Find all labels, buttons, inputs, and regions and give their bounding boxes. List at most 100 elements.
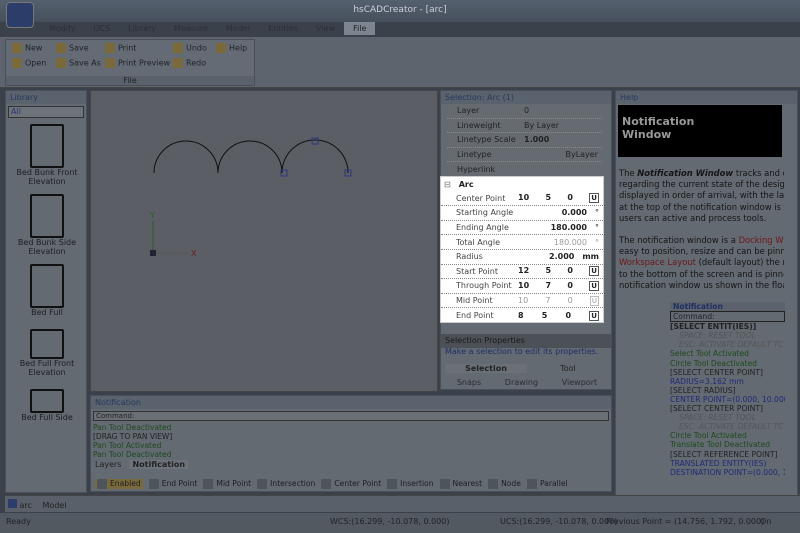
library-item[interactable]: Bed Full Front Elevation xyxy=(6,329,88,377)
log-line: ESC: ACTIVATE DEFAULT TC xyxy=(679,422,784,432)
app-logo-button[interactable] xyxy=(6,2,34,28)
redo-icon xyxy=(173,58,183,68)
snap-icon xyxy=(387,478,398,489)
open-button[interactable]: Open xyxy=(12,58,46,68)
help-title: Help xyxy=(616,91,797,104)
tab-drawing[interactable]: Drawing xyxy=(505,378,538,387)
log-line: CENTER POINT=(0.000, 10.000, xyxy=(670,394,785,404)
pick-point-button[interactable]: U xyxy=(589,266,599,277)
log-line: Translate Tool Deactivated xyxy=(670,440,771,450)
save-as-button[interactable]: Save As xyxy=(56,58,101,68)
snap-end-point[interactable]: End Point xyxy=(148,478,197,489)
tab-notification[interactable]: Notification xyxy=(129,460,189,469)
snap-mid-point[interactable]: Mid Point xyxy=(203,478,251,489)
print-icon xyxy=(105,43,115,53)
prop-linetype[interactable]: Linetype ByLayer xyxy=(447,148,602,163)
library-item[interactable]: Bed Full Side xyxy=(6,389,88,422)
tab-model[interactable]: Model xyxy=(217,22,259,35)
notification-title: Notification xyxy=(91,396,611,409)
docking-window-link[interactable]: Docking Wir xyxy=(739,235,784,245)
command-input[interactable]: Command: xyxy=(93,411,609,421)
library-item[interactable]: Bed Bunk Side Elevation xyxy=(6,194,88,256)
tab-view[interactable]: View xyxy=(307,22,344,35)
undo-button[interactable]: Undo xyxy=(173,43,207,53)
prop-through-point[interactable]: Through Point 10 7 0 U xyxy=(441,279,603,294)
prop-ending-angle[interactable]: Ending Angle 180.000 ° xyxy=(441,221,603,236)
library-item[interactable]: Bed Bunk Front Elevation xyxy=(6,124,88,186)
prop-start-point[interactable]: Start Point 12 5 0 U xyxy=(441,265,603,280)
prop-radius[interactable]: Radius 2.000 mm xyxy=(441,250,603,265)
tab-tool[interactable]: Tool xyxy=(527,364,609,373)
log-line: [SELECT CENTER POINT] xyxy=(670,404,763,414)
tab-measure[interactable]: Measure xyxy=(165,22,217,35)
snap-intersection[interactable]: Intersection xyxy=(257,478,315,489)
print-preview-button[interactable]: Print Preview xyxy=(105,58,170,68)
log-line: [SELECT REFERENCE POINT] xyxy=(670,449,778,459)
snap-center-point[interactable]: Center Point xyxy=(321,478,381,489)
prop-lineweight[interactable]: Lineweight By Layer xyxy=(447,119,602,134)
log-line: [SELECT ENTIT(IES)] xyxy=(670,322,757,332)
tab-viewport[interactable]: Viewport xyxy=(562,378,597,387)
prop-end-point[interactable]: End Point 8 5 0 U xyxy=(441,308,603,323)
new-button[interactable]: New xyxy=(12,43,42,53)
drawing-svg: X Y xyxy=(149,137,352,258)
snap-icon xyxy=(203,478,214,489)
status-bar: Ready WCS:(16.299, -10.078, 0.000) UCS:(… xyxy=(0,513,800,533)
log-line: TRANSLATED ENTITY(IES) xyxy=(670,458,767,468)
snap-enabled[interactable]: Enabled xyxy=(95,478,143,489)
drawing-icon xyxy=(8,499,17,508)
group-label: File xyxy=(6,76,254,85)
log-line: SPACE: RESET TOOL xyxy=(679,413,756,423)
tab-layers[interactable]: Layers xyxy=(95,460,121,469)
library-filter-select[interactable]: All xyxy=(8,106,84,118)
arc-section-header[interactable]: ⊟ Arc xyxy=(441,177,603,192)
arc-properties: ⊟ Arc Center Point 10 5 0 U Starting Angle 0.0… xyxy=(440,176,604,323)
prop-layer[interactable]: Layer 0 xyxy=(447,104,602,119)
pick-point-button[interactable]: U xyxy=(589,310,599,321)
log-line: Pan Tool Deactivated xyxy=(93,450,172,459)
library-panel: Library All Bed Bunk Front Elevation Bed… xyxy=(5,90,87,493)
log-line: Select Tool Activated xyxy=(670,349,749,359)
tab-snaps[interactable]: Snaps xyxy=(457,378,481,387)
tab-entities[interactable]: Entities xyxy=(259,22,307,35)
prop-starting-angle[interactable]: Starting Angle 0.000 ° xyxy=(441,206,603,221)
prop-linetype-scale[interactable]: Linetype Scale 1.000 xyxy=(447,133,602,148)
drawing-canvas[interactable]: X Y xyxy=(90,90,438,392)
help-notification-log: [SELECT ENTIT(IES)] SPACE: RESET TOOL ESC:… xyxy=(670,322,785,477)
tab-selection[interactable]: Selection xyxy=(445,364,527,373)
snap-icon xyxy=(321,478,332,489)
snap-node[interactable]: Node xyxy=(488,478,521,489)
help-notification-image: Notification Command: [SELECT ENTIT(IES)… xyxy=(670,302,785,477)
pick-point-button[interactable]: U xyxy=(589,193,599,204)
help-button[interactable]: Help xyxy=(216,43,247,53)
tab-modify[interactable]: Modify xyxy=(40,22,85,35)
pick-point-button[interactable]: U xyxy=(589,280,599,291)
notification-log: Pan Tool Deactivated [DRAG TO PAN VIEW] Pa… xyxy=(91,423,611,459)
save-button[interactable]: Save xyxy=(56,43,89,53)
library-item[interactable]: Bed Full xyxy=(6,264,88,317)
grip-handle[interactable] xyxy=(311,137,319,145)
status-mode[interactable]: On xyxy=(760,517,771,526)
log-line: Pan Tool Deactivated xyxy=(93,423,172,432)
redo-button[interactable]: Redo xyxy=(173,58,206,68)
snap-parallel[interactable]: Parallel xyxy=(526,478,568,489)
prop-total-angle: Total Angle 180.000 ° xyxy=(441,235,603,250)
tab-file[interactable]: File xyxy=(343,22,376,35)
prop-hyperlink[interactable]: Hyperlink xyxy=(447,162,602,177)
arc-entities xyxy=(153,139,349,174)
tab-library[interactable]: Library xyxy=(119,22,165,35)
prop-center-point[interactable]: Center Point 10 5 0 U xyxy=(441,192,603,207)
snap-insertion[interactable]: Insertion xyxy=(387,478,434,489)
print-button[interactable]: Print xyxy=(105,43,136,53)
workspace-layout-link[interactable]: Workspace Layout xyxy=(619,257,696,267)
layout-tab-model[interactable]: Model xyxy=(43,501,67,510)
file-group: New Open Save Save As Print Print Previe… xyxy=(5,39,255,86)
doc-tab-arc[interactable]: arc xyxy=(20,501,32,510)
status-ready: Ready xyxy=(6,517,31,526)
log-line: ESC: ACTIVATE DEFAULT TC xyxy=(679,340,784,350)
ucs-origin-icon xyxy=(150,250,156,256)
snap-nearest[interactable]: Nearest xyxy=(439,478,482,489)
collapse-icon[interactable]: ⊟ xyxy=(444,180,451,189)
tab-ucs[interactable]: UCS xyxy=(85,22,120,35)
snap-toolbar: Enabled End Point Mid Point Intersection Cen… xyxy=(95,476,610,491)
